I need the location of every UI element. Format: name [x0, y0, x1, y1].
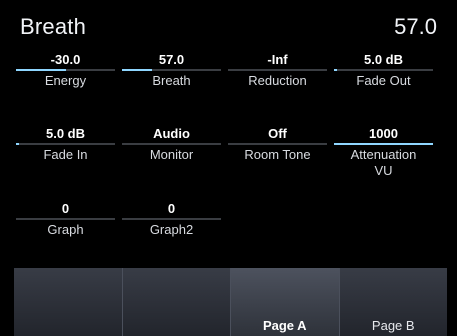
header: Breath 57.0 — [14, 0, 447, 46]
param-label: Fade In — [43, 147, 88, 162]
param-graph[interactable]: 0 Graph — [14, 201, 117, 257]
param-level-bar — [122, 69, 221, 71]
softkey-bar: Page A Page B — [14, 268, 447, 336]
param-label: Energy — [44, 73, 87, 88]
param-value: 57.0 — [158, 52, 185, 67]
selected-param-value: 57.0 — [394, 14, 437, 39]
param-level-bar — [122, 218, 221, 220]
param-level-fill — [122, 69, 152, 71]
param-graph2[interactable]: 0 Graph2 — [120, 201, 223, 257]
param-value: 5.0 dB — [363, 52, 403, 67]
param-level-bar — [228, 143, 327, 145]
param-level-bar — [16, 69, 115, 71]
param-level-bar — [334, 69, 433, 71]
param-value: Audio — [153, 126, 190, 141]
plugin-title: Breath — [20, 14, 87, 39]
param-monitor[interactable]: Audio Monitor — [120, 126, 223, 182]
param-level-fill — [16, 69, 66, 71]
param-label: Monitor — [149, 147, 194, 162]
param-label: Graph — [47, 222, 84, 237]
param-value: Off — [268, 126, 287, 141]
param-fade-out[interactable]: 5.0 dB Fade Out — [332, 52, 435, 108]
param-label: Fade Out — [356, 73, 411, 88]
softkey-label: Page A — [262, 318, 307, 333]
param-value: -Inf — [267, 52, 288, 67]
param-value: 0 — [61, 201, 70, 216]
param-breath[interactable]: 57.0 Breath — [120, 52, 223, 108]
softkey-1[interactable] — [14, 268, 123, 336]
param-label: Breath — [152, 73, 191, 88]
param-label: Graph2 — [149, 222, 194, 237]
param-level-bar — [16, 143, 115, 145]
param-attenuation-vu[interactable]: 1000 Attenuation VU — [332, 126, 435, 192]
param-level-bar — [122, 143, 221, 145]
page-b-button[interactable]: Page B — [339, 268, 447, 336]
param-value: 1000 — [369, 126, 398, 141]
param-room-tone[interactable]: Off Room Tone — [226, 126, 329, 182]
param-level-fill — [16, 143, 19, 145]
param-level-fill — [334, 69, 337, 71]
param-fade-in[interactable]: 5.0 dB Fade In — [14, 126, 117, 182]
param-value: -30.0 — [50, 52, 81, 67]
param-reduction[interactable]: -Inf Reduction — [226, 52, 329, 108]
param-level-bar — [334, 143, 433, 145]
param-level-bar — [16, 218, 115, 220]
param-label: Room Tone — [244, 147, 311, 162]
param-value: 5.0 dB — [45, 126, 85, 141]
param-label: Attenuation VU — [350, 147, 417, 178]
param-level-bar — [228, 69, 327, 71]
param-level-fill — [334, 143, 433, 145]
param-energy[interactable]: -30.0 Energy — [14, 52, 117, 108]
param-value: 0 — [167, 201, 176, 216]
page-a-button[interactable]: Page A — [231, 268, 340, 336]
plugin-screen: Breath 57.0 -30.0 Energy 57.0 Breath -In… — [14, 0, 447, 336]
softkey-label: Page B — [371, 318, 415, 333]
param-label: Reduction — [248, 73, 307, 88]
softkey-2[interactable] — [122, 268, 231, 336]
